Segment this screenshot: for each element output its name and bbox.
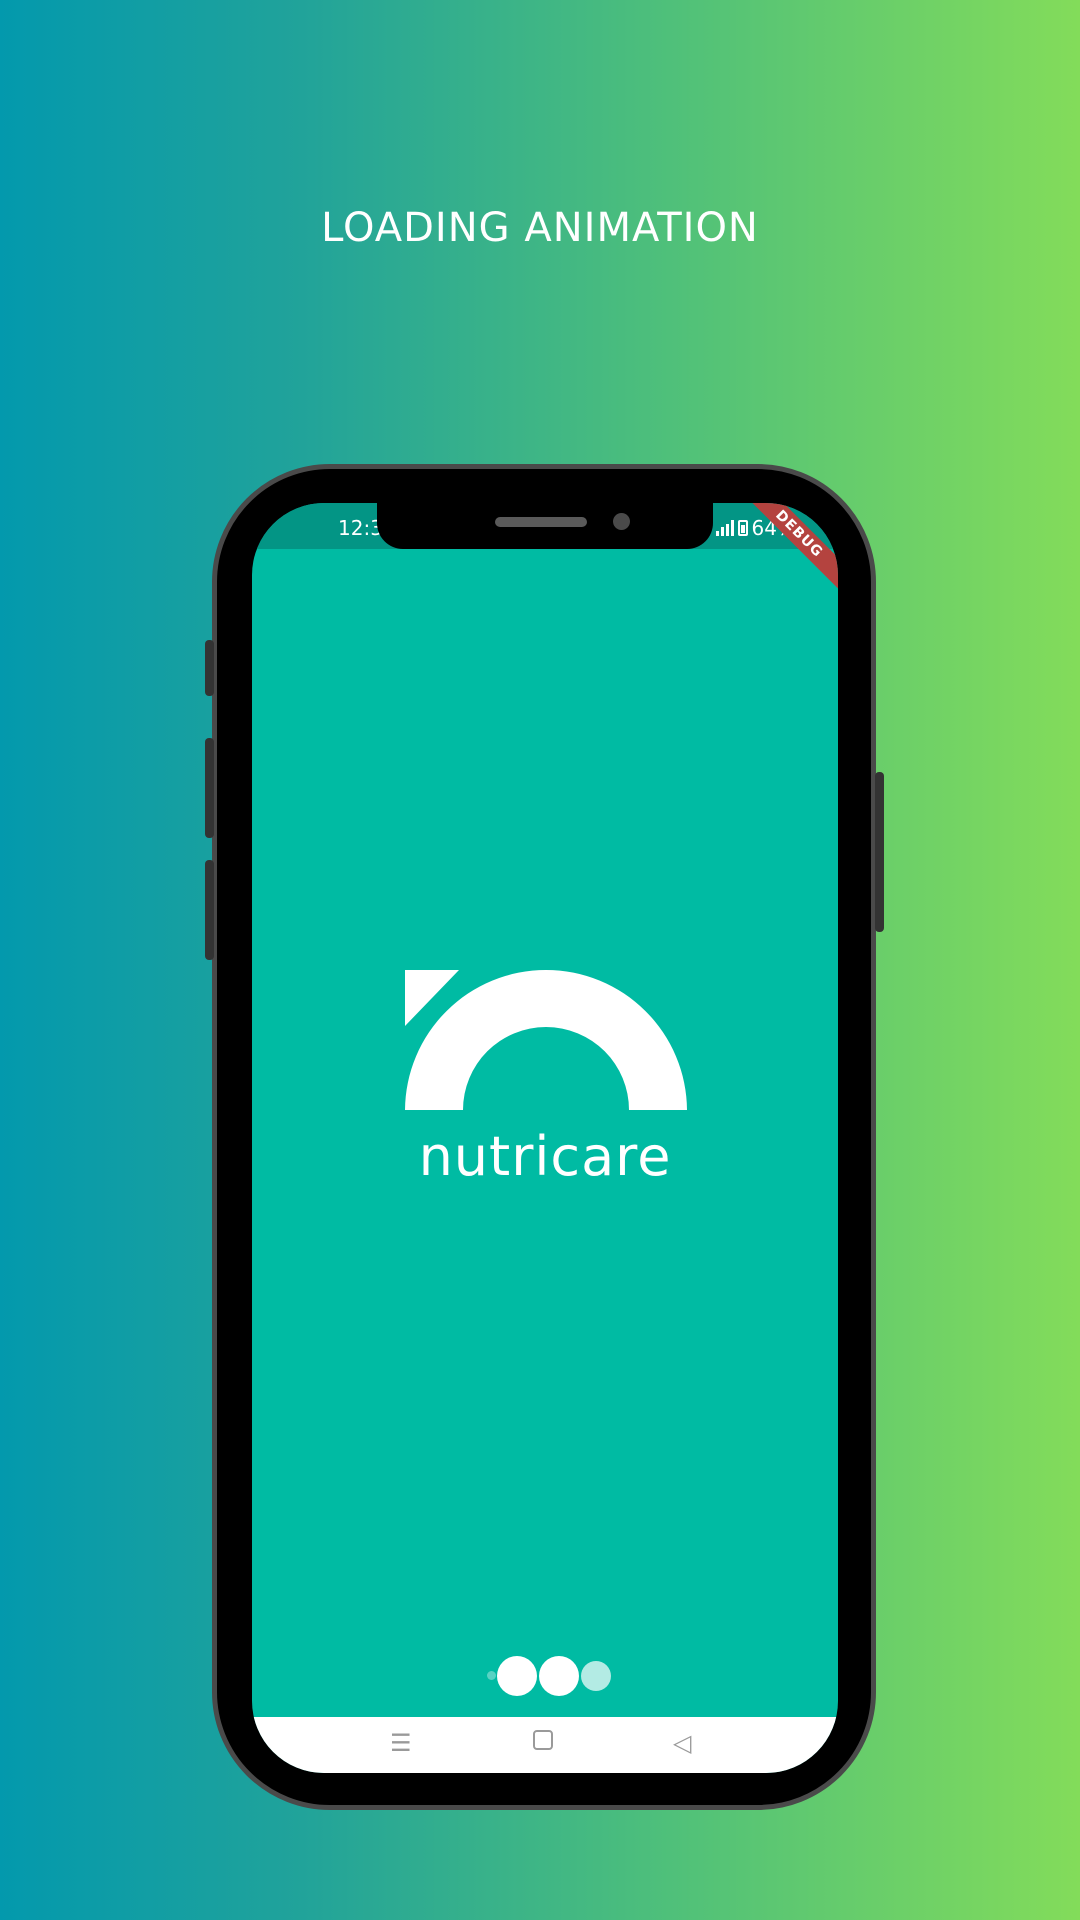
loading-indicator: [487, 1654, 617, 1698]
home-square-icon[interactable]: [533, 1730, 553, 1750]
side-button: [205, 640, 214, 696]
page-heading: LOADING ANIMATION: [321, 205, 759, 251]
volume-up-button: [205, 738, 214, 838]
menu-icon[interactable]: ☰: [390, 1731, 412, 1755]
phone-notch: [377, 497, 713, 549]
loading-dot: [539, 1656, 579, 1696]
back-triangle-icon[interactable]: ◁: [673, 1731, 691, 1755]
loading-dot: [581, 1661, 611, 1691]
volume-down-button: [205, 860, 214, 960]
front-camera: [613, 513, 630, 530]
brand-name: nutricare: [418, 1125, 672, 1188]
phone-screen: 12:3 64% DEBUG nutricare ☰ ◁: [252, 503, 838, 1773]
signal-icon: [715, 520, 734, 536]
battery-icon: [737, 520, 748, 536]
navigation-bar: ☰ ◁: [252, 1717, 838, 1773]
speaker-grille: [495, 517, 587, 527]
nutricare-logo-icon: [405, 970, 687, 1110]
power-button: [875, 772, 884, 932]
loading-dot: [487, 1671, 496, 1680]
loading-dot: [497, 1656, 537, 1696]
